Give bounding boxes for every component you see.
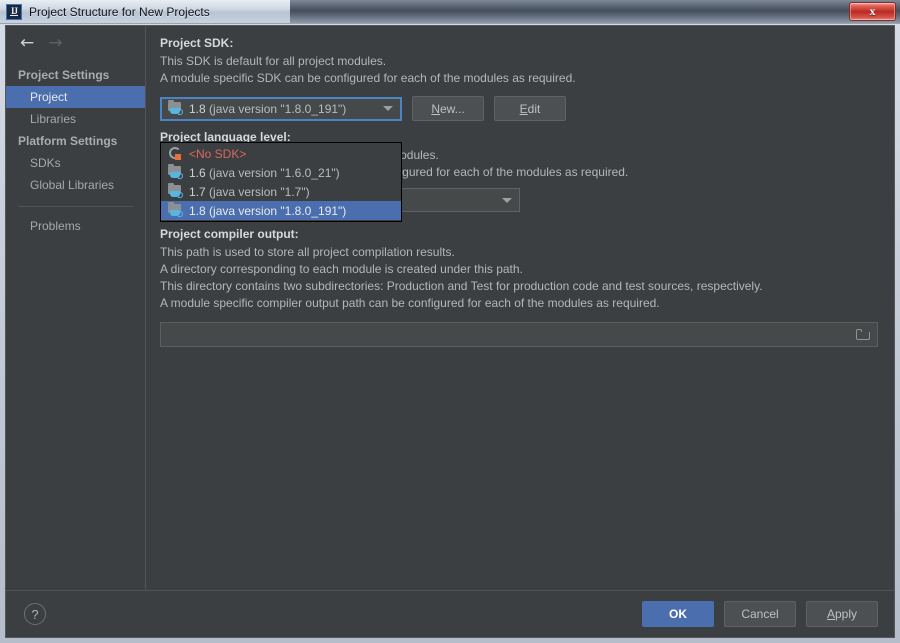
dialog-content: ← → Project Settings Project Libraries P…	[6, 26, 894, 590]
sidebar-item-sdks[interactable]: SDKs	[6, 152, 145, 174]
apply-button-label: pply	[835, 607, 858, 621]
sidebar-item-project[interactable]: Project	[6, 86, 145, 108]
sdk-option-1-7-detail: (java version "1.7")	[209, 184, 310, 199]
compiler-desc-line2: A directory corresponding to each module…	[160, 262, 523, 276]
new-sdk-button[interactable]: New...	[412, 96, 484, 121]
chevron-down-icon	[383, 106, 393, 111]
sdk-option-1-6-version: 1.6	[189, 165, 206, 180]
project-compiler-output-heading: Project compiler output:	[160, 227, 299, 241]
ok-button[interactable]: OK	[642, 601, 714, 627]
compiler-desc-line1: This path is used to store all project c…	[160, 245, 455, 259]
java-sdk-icon	[168, 201, 184, 218]
dialog-footer: ? OK Cancel Apply	[6, 590, 894, 637]
edit-sdk-button[interactable]: Edit	[494, 96, 566, 121]
sdk-option-no-sdk[interactable]: <No SDK>	[161, 144, 401, 163]
title-bar: IJ Project Structure for New Projects x	[0, 0, 900, 24]
navigation-arrows: ← →	[6, 34, 145, 64]
project-sdk-combobox[interactable]: 1.8 (java version "1.8.0_191")	[160, 96, 402, 121]
project-sdk-version: 1.8	[189, 101, 206, 116]
cancel-button[interactable]: Cancel	[724, 601, 796, 627]
sdk-option-1-7[interactable]: 1.7 (java version "1.7")	[161, 182, 401, 201]
project-sdk-desc-line1: This SDK is default for all project modu…	[160, 54, 387, 68]
java-sdk-icon	[168, 99, 184, 116]
compiler-desc-line4: A module specific compiler output path c…	[160, 296, 660, 310]
edit-sdk-button-label: dit	[527, 101, 541, 116]
intellij-idea-icon: IJ	[6, 3, 22, 20]
project-sdk-desc-line2: A module specific SDK can be configured …	[160, 71, 576, 85]
sdk-option-no-sdk-label: <No SDK>	[189, 146, 247, 161]
chevron-down-icon	[502, 197, 512, 203]
sidebar-group-project-settings: Project Settings	[18, 68, 110, 82]
back-arrow-icon[interactable]: ←	[20, 35, 34, 52]
sdk-option-1-8-version: 1.8	[189, 203, 206, 218]
sdk-option-1-8-detail: (java version "1.8.0_191")	[209, 203, 347, 218]
edit-sdk-button-mnemonic: E	[519, 101, 528, 116]
java-sdk-icon	[168, 182, 184, 199]
apply-button-mnemonic: A	[826, 607, 835, 621]
sdk-option-1-6-detail: (java version "1.6.0_21")	[209, 165, 340, 180]
project-structure-dialog: ← → Project Settings Project Libraries P…	[5, 25, 895, 638]
no-sdk-icon	[168, 146, 184, 161]
close-button[interactable]: x	[849, 2, 896, 21]
sdk-option-1-7-version: 1.7	[189, 184, 206, 199]
help-button[interactable]: ?	[24, 603, 46, 625]
compiler-output-path-field[interactable]	[160, 322, 878, 347]
sidebar-item-global-libraries[interactable]: Global Libraries	[6, 174, 145, 196]
sdk-option-1-6[interactable]: 1.6 (java version "1.6.0_21")	[161, 163, 401, 182]
project-sdk-detail: (java version "1.8.0_191")	[209, 101, 347, 116]
folder-icon[interactable]	[856, 329, 871, 340]
java-sdk-icon	[168, 163, 184, 180]
sidebar-divider	[18, 206, 133, 207]
project-sdk-dropdown-popup[interactable]: <No SDK> 1.6 (java version "1.6.0_21") 1…	[160, 142, 402, 222]
apply-button[interactable]: Apply	[806, 601, 878, 627]
forward-arrow-icon[interactable]: →	[48, 35, 62, 52]
project-sdk-combobox-value: 1.8 (java version "1.8.0_191")	[189, 102, 346, 116]
sdk-option-1-8[interactable]: 1.8 (java version "1.8.0_191")	[161, 201, 401, 220]
window-title: Project Structure for New Projects	[29, 4, 210, 19]
sidebar-group-platform-settings: Platform Settings	[18, 134, 118, 148]
footer-button-group: OK Cancel Apply	[642, 601, 878, 627]
sidebar-item-libraries[interactable]: Libraries	[6, 108, 145, 130]
compiler-desc-line3: This directory contains two subdirectori…	[160, 279, 763, 293]
sidebar-item-problems[interactable]: Problems	[6, 215, 145, 237]
project-settings-panel: Project SDK: This SDK is default for all…	[146, 26, 894, 590]
project-sdk-heading: Project SDK:	[160, 36, 234, 50]
new-sdk-button-mnemonic: N	[431, 101, 440, 116]
new-sdk-button-label: ew...	[439, 101, 465, 116]
settings-sidebar: ← → Project Settings Project Libraries P…	[6, 26, 146, 590]
application-window: IJ Project Structure for New Projects x …	[0, 0, 900, 643]
